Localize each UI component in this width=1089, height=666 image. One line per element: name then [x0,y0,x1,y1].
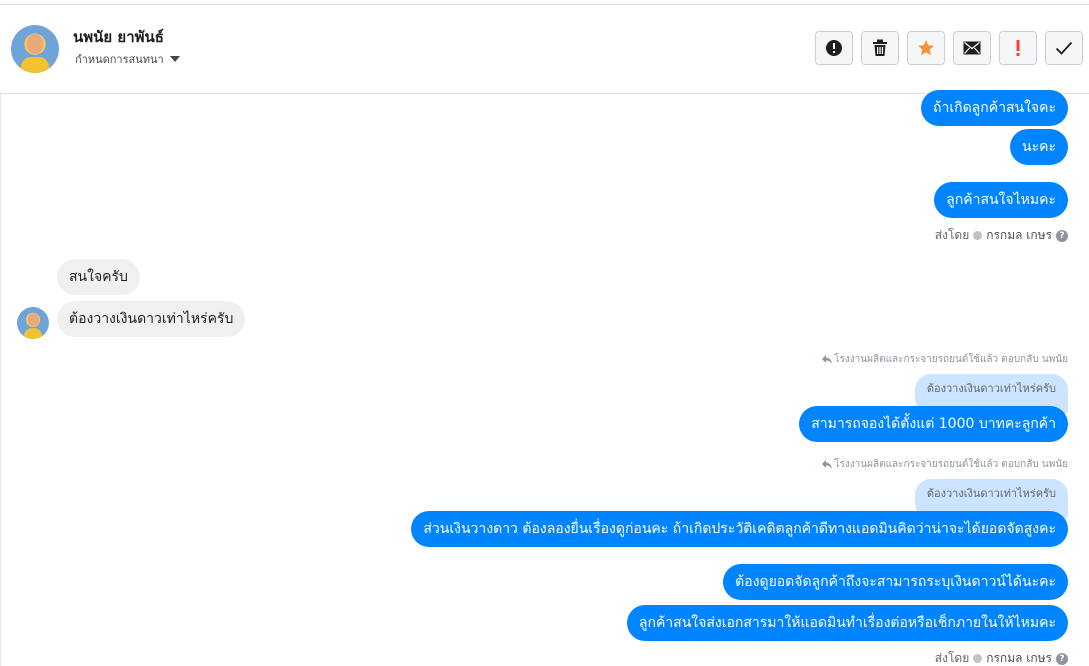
trash-icon [873,39,887,56]
follow-up-button[interactable] [999,31,1037,65]
conversation-header: นพนัย ยาพันธ์ กำหนดการสนทนา [0,5,1089,94]
contact-name[interactable]: นพนัย ยาพันธ์ [73,25,164,49]
reply-arrow-icon [822,460,833,469]
sent-by-info: ส่งโดย กรกมล เกษร ? [935,649,1068,666]
assign-conversation-label: กำหนดการสนทนา [75,53,164,66]
avatar-head [28,313,39,326]
outgoing-reply-message[interactable]: สามารถจองได้ตั้งแต่ 1000 บาทคะลูกค้า [799,406,1068,442]
mark-done-button[interactable] [1045,31,1083,65]
envelope-icon [963,41,981,55]
left-divider [0,4,1,666]
reply-meta: โรงงานผลิตและกระจายรถยนต์ใช้แล้ว ตอบกลับ… [822,352,1068,367]
sent-by-agent[interactable]: กรกมล เกษร [986,649,1052,666]
mark-unread-button[interactable] [953,31,991,65]
help-icon[interactable]: ? [1056,652,1068,665]
reply-meta: โรงงานผลิตและกระจายรถยนต์ใช้แล้ว ตอบกลับ… [822,457,1068,472]
outgoing-reply-message[interactable]: ส่วนเงินวางดาว ต้องลองยื่นเรื่องดูก่อนคะ… [411,511,1068,547]
outgoing-message[interactable]: ต้องดูยอดจัดลูกค้าถึงจะสามารถระบุเงินดาว… [723,564,1068,600]
star-button[interactable] [907,31,945,65]
alert-circle-icon [826,40,842,56]
exclamation-icon [1016,40,1020,56]
incoming-message[interactable]: ต้องวางเงินดาวเท่าไหร่ครับ [57,301,246,337]
sent-by-agent[interactable]: กรกมล เกษร [986,226,1052,245]
delete-button[interactable] [861,31,899,65]
help-icon[interactable]: ? [1056,229,1068,242]
reply-meta-text: โรงงานผลิตและกระจายรถยนต์ใช้แล้ว ตอบกลับ… [834,354,1068,365]
sender-avatar[interactable] [17,307,49,339]
outgoing-message[interactable]: ลูกค้าสนใจไหมคะ [934,182,1068,218]
verified-dot-icon [973,231,983,240]
sent-by-info: ส่งโดย กรกมล เกษร ? [935,226,1068,245]
avatar-head [27,34,43,54]
sent-by-prefix: ส่งโดย [934,651,970,665]
caret-down-icon [169,56,180,62]
outgoing-message[interactable]: นะคะ [1010,129,1068,165]
outgoing-message[interactable]: ลูกค้าสนใจส่งเอกสารมาให้แอดมินทำเรื่องต่… [626,605,1068,641]
reply-meta-text: โรงงานผลิตและกระจายรถยนต์ใช้แล้ว ตอบกลับ… [834,459,1068,470]
mark-spam-button[interactable] [815,31,853,65]
sent-by-prefix: ส่งโดย [934,228,970,242]
action-toolbar [815,31,1083,65]
star-icon [918,40,934,56]
verified-dot-icon [973,654,983,663]
avatar-shirt [24,328,42,339]
reply-arrow-icon [822,355,833,364]
incoming-message[interactable]: สนใจครับ [57,259,140,295]
outgoing-message[interactable]: ถ้าเกิดลูกค้าสนใจคะ [920,90,1068,126]
assign-conversation-dropdown[interactable]: กำหนดการสนทนา [75,50,180,68]
contact-avatar[interactable] [11,25,59,73]
check-icon [1055,41,1073,55]
avatar-shirt [21,57,49,73]
messenger-inbox: นพนัย ยาพันธ์ กำหนดการสนทนา ถ้าเกิดลูกค้… [0,0,1089,666]
